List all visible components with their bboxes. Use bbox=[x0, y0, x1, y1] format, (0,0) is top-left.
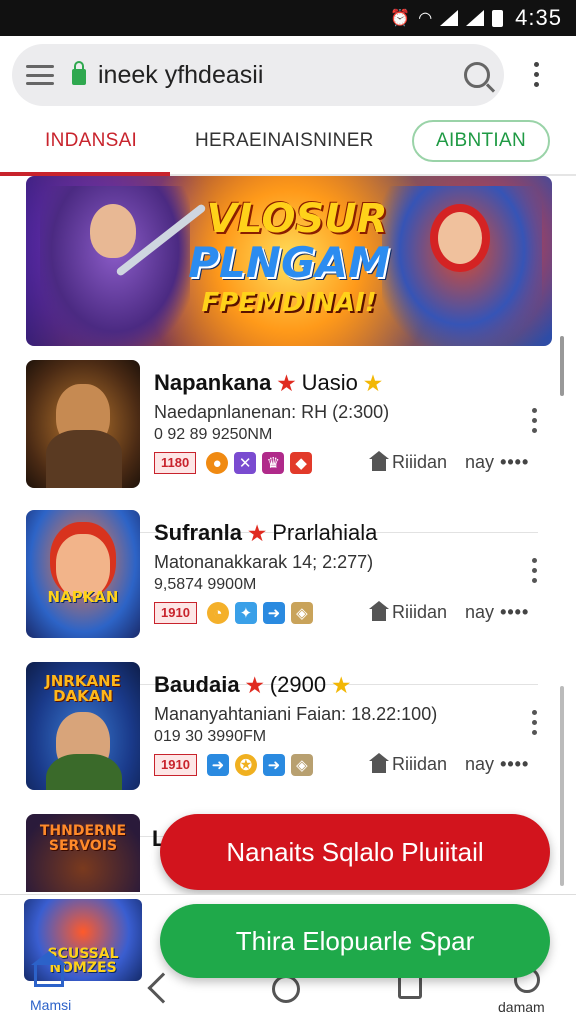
recents-icon[interactable] bbox=[398, 975, 422, 999]
app-title[interactable]: Baudaia ★ (2900 ★ bbox=[154, 672, 350, 698]
scrollbar[interactable] bbox=[560, 336, 564, 396]
star-icon: ★ bbox=[248, 523, 267, 545]
tab-indansai[interactable]: INDANSAI bbox=[45, 130, 137, 152]
app-thumbnail[interactable] bbox=[26, 360, 140, 488]
app-thumbnail[interactable]: NAPKAN bbox=[26, 510, 140, 638]
search-icon[interactable] bbox=[464, 62, 490, 88]
tab-aibntian[interactable]: AIBNTIAN bbox=[412, 120, 550, 162]
hamburger-icon[interactable] bbox=[26, 65, 54, 85]
battery-icon bbox=[492, 9, 504, 27]
status-time: 4:35 bbox=[515, 5, 562, 30]
primary-green-button[interactable]: Thira Elopuarle Spar bbox=[160, 904, 550, 978]
browser-page: ineek yfhdeasii INDANSAI HERAEINAISNINER… bbox=[0, 36, 576, 1024]
list-item[interactable]: Napankana ★ Uasio ★ Naedapnlanenan: RH (… bbox=[26, 360, 552, 500]
alarm-icon: ⏰ bbox=[390, 10, 411, 27]
list-item[interactable]: JNRKANE DAKAN Baudaia ★ (2900 ★ Mananyah… bbox=[26, 662, 552, 802]
count-badge: 1910 bbox=[154, 602, 197, 624]
list-item[interactable]: NAPKAN Sufranla ★ Prarlahiala Matonanakk… bbox=[26, 510, 552, 650]
shield-icon: ◆ bbox=[290, 452, 313, 474]
shield-icon: ◈ bbox=[290, 754, 313, 776]
location-meta: Riiidan nay •••• bbox=[369, 600, 529, 623]
url-text[interactable]: ineek yfhdeasii bbox=[98, 61, 464, 90]
home-icon bbox=[369, 600, 389, 621]
scrollbar-track bbox=[560, 686, 564, 886]
medal-icon: ✪ bbox=[234, 754, 257, 776]
more-vert-icon[interactable] bbox=[530, 62, 542, 87]
tab-heraeinaisniner[interactable]: HERAEINAISNINER bbox=[195, 130, 374, 152]
app-meta: 019 30 3990FM bbox=[154, 728, 267, 745]
signal-icon-2 bbox=[466, 10, 485, 26]
coin-icon: ● bbox=[206, 452, 229, 474]
badge-row: 1910 ◔ ✦ ➜ ◈ bbox=[154, 602, 313, 624]
more-vert-icon[interactable] bbox=[532, 710, 537, 735]
location-meta: Riiidan nay •••• bbox=[369, 752, 529, 775]
nav-profile-label[interactable]: damam bbox=[498, 999, 545, 1015]
app-list: VLOSUR PLNGAM FPEMDINAI! Napankana ★ Uas… bbox=[12, 176, 568, 924]
primary-red-button[interactable]: Nanaits Sqlalo Pluiitail bbox=[160, 814, 550, 890]
app-title[interactable]: Napankana ★ Uasio ★ bbox=[154, 370, 382, 396]
count-badge: 1910 bbox=[154, 754, 197, 776]
back-icon[interactable] bbox=[147, 972, 179, 1004]
app-thumbnail[interactable]: THNDERNE SERVOIS bbox=[26, 814, 140, 892]
home-circle-icon[interactable] bbox=[272, 975, 300, 1003]
signal-icon bbox=[440, 10, 459, 26]
app-thumbnail[interactable]: JNRKANE DAKAN bbox=[26, 662, 140, 790]
home-icon bbox=[369, 752, 389, 773]
nav-home-label[interactable]: Mamsi bbox=[30, 997, 71, 1013]
more-vert-icon[interactable] bbox=[532, 408, 537, 433]
banner-title-line1: VLOSUR bbox=[206, 196, 388, 242]
badge-row: 1910 ➜ ✪ ➜ ◈ bbox=[154, 754, 313, 776]
chart-icon: ◔ bbox=[206, 602, 229, 624]
cross-icon: ✕ bbox=[234, 452, 257, 474]
app-subtitle: Naedapnlanenan: RH (2:300) bbox=[154, 402, 390, 422]
arrow-icon: ➜ bbox=[206, 754, 229, 776]
shield-icon: ◈ bbox=[290, 602, 313, 624]
star-icon: ★ bbox=[245, 675, 264, 697]
badge-row: 1180 ● ✕ ♛ ◆ bbox=[154, 452, 313, 474]
app-meta: 0 92 89 9250NM bbox=[154, 426, 273, 443]
app-subtitle: Matonanakkarak 14; 2:277) bbox=[154, 552, 374, 572]
app-title[interactable]: Sufranla ★ Prarlahiala bbox=[154, 520, 377, 546]
location-meta: Riiidan nay •••• bbox=[369, 450, 529, 473]
app-meta: 9,5874 9900M bbox=[154, 576, 257, 593]
star-icon: ★ bbox=[277, 373, 296, 395]
lock-icon bbox=[72, 61, 86, 85]
star-icon: ★ bbox=[332, 675, 351, 697]
home-icon[interactable] bbox=[31, 951, 67, 987]
bird-icon: ✦ bbox=[234, 602, 257, 624]
banner-title-line3: FPEMDINAI! bbox=[201, 288, 377, 318]
wifi-icon: ◠ bbox=[418, 10, 433, 27]
star-icon: ★ bbox=[363, 373, 382, 395]
home-icon bbox=[369, 450, 389, 471]
count-badge: 1180 bbox=[154, 452, 197, 474]
promo-banner[interactable]: VLOSUR PLNGAM FPEMDINAI! bbox=[26, 176, 552, 346]
arrow-icon: ➜ bbox=[262, 602, 285, 624]
app-subtitle: Mananyahtaniani Faian: 18.22:100) bbox=[154, 704, 438, 724]
tab-bar: INDANSAI HERAEINAISNINER AIBNTIAN bbox=[0, 116, 576, 176]
status-bar: ⏰ ◠ 4:35 bbox=[0, 0, 576, 36]
crown-icon: ♛ bbox=[262, 452, 285, 474]
more-vert-icon[interactable] bbox=[532, 558, 537, 583]
address-bar[interactable]: ineek yfhdeasii bbox=[12, 44, 504, 106]
banner-title-line2: PLNGAM bbox=[188, 238, 390, 287]
arrow-icon: ➜ bbox=[262, 754, 285, 776]
